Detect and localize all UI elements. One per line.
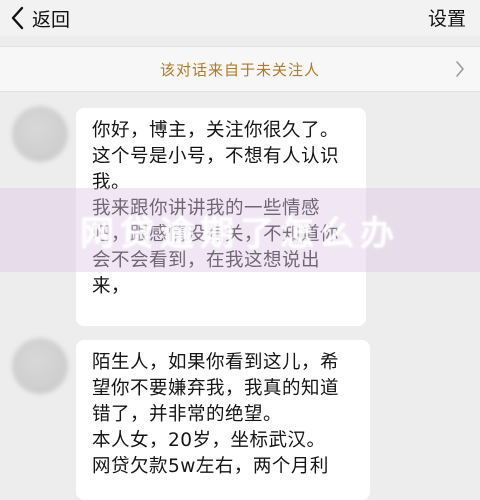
message-line: 望你不要嫌弃我，我真的知道 bbox=[92, 378, 340, 399]
stranger-notice-bar[interactable]: 该对话来自于未关注人 bbox=[0, 46, 480, 92]
message-line: 陌生人，如果你看到这儿，希 bbox=[92, 352, 340, 373]
sender-avatar[interactable] bbox=[12, 338, 68, 394]
message-bubble: 陌生人，如果你看到这儿，希 望你不要嫌弃我，我真的知道 错了，并非常的绝望。 本… bbox=[76, 340, 370, 500]
message-line: 错了，并非常的绝望。 bbox=[92, 404, 283, 425]
back-button[interactable]: 返回 bbox=[8, 2, 70, 34]
message-line: 你好，博主，关注你很久了。 bbox=[92, 120, 340, 141]
settings-button[interactable]: 设置 bbox=[428, 4, 466, 31]
message-line: 这个号是小号，不想有人认识 bbox=[92, 146, 340, 167]
notice-text: 该对话来自于未关注人 bbox=[159, 60, 320, 79]
chevron-left-icon bbox=[11, 6, 24, 30]
message-line: 来， bbox=[92, 276, 131, 297]
top-navigation-bar: 返回 设置 bbox=[0, 0, 480, 36]
back-label: 返回 bbox=[32, 8, 71, 31]
message-line: 吧，跟感情没有关，不知道你 bbox=[92, 224, 340, 245]
message-bubble: 你好，博主，关注你很久了。 这个号是小号，不想有人认识 我。 我来跟你讲讲我的一… bbox=[76, 108, 366, 326]
message-line: 会不会看到，在我这想说出 bbox=[92, 250, 321, 271]
message-line: 网贷欠款5w左右，两个月利 bbox=[92, 456, 329, 477]
message-line: 我。 bbox=[92, 172, 131, 193]
message-line: 我来跟你讲讲我的一些情感 bbox=[92, 198, 321, 219]
chevron-right-icon bbox=[456, 61, 464, 77]
message-line: 本人女，20岁，坐标武汉。 bbox=[92, 430, 326, 451]
sender-avatar[interactable] bbox=[12, 106, 68, 162]
